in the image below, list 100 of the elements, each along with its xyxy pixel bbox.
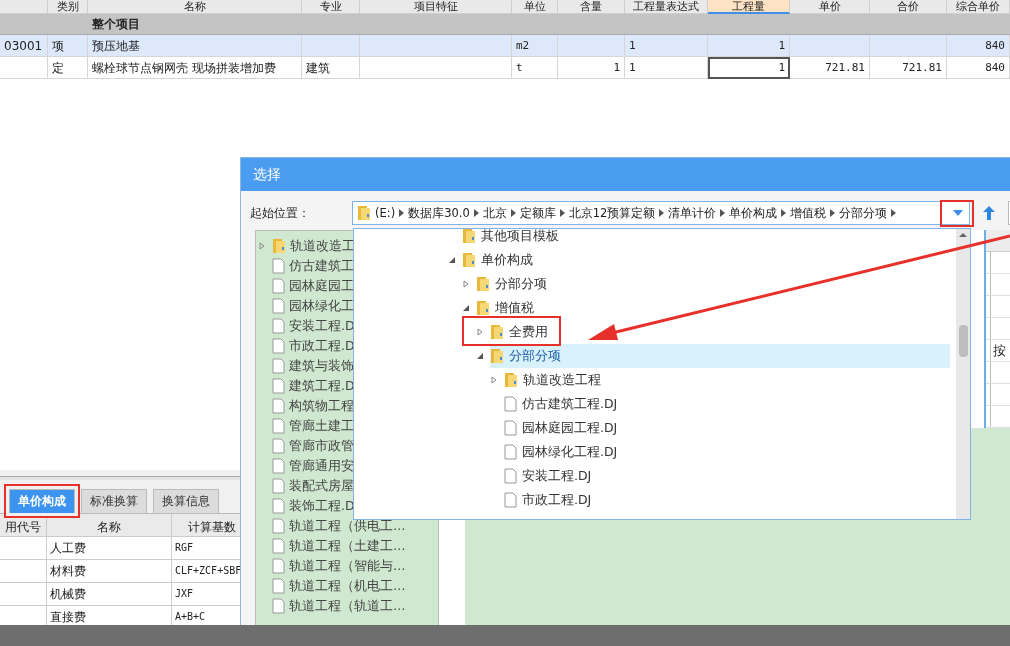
table-cell: 螺栓球节点钢网壳 现场拼装增加费: [88, 57, 302, 79]
column-header[interactable]: 工程量表达式: [625, 0, 708, 14]
path-segment[interactable]: (E:): [375, 206, 396, 220]
column-header[interactable]: 合价: [870, 0, 947, 14]
expanded-triangle-icon[interactable]: [448, 256, 456, 264]
tree-item[interactable]: 轨道改造工: [256, 236, 438, 256]
chevron-right-icon: [891, 209, 897, 217]
field-label: 起始位置：: [250, 204, 311, 222]
document-icon: [272, 458, 285, 474]
highlight-frame: [940, 200, 974, 227]
tree-item[interactable]: 分部分项: [490, 344, 950, 368]
table-cell: 840: [947, 35, 1010, 57]
scrollbar[interactable]: [956, 229, 970, 519]
folder-icon: [490, 348, 504, 364]
column-header[interactable]: 综合单价: [947, 0, 1010, 14]
path-segment[interactable]: 数据库30.0: [408, 205, 470, 221]
column-header[interactable]: 工程量: [708, 0, 790, 14]
collapsed-triangle-icon[interactable]: [462, 280, 470, 288]
document-icon: [272, 418, 285, 434]
folder-icon: [357, 205, 371, 221]
tree-item[interactable]: 管廊通用安: [256, 456, 438, 476]
group-row[interactable]: 整个项目: [0, 14, 1010, 35]
collapsed-triangle-icon[interactable]: [476, 328, 484, 336]
tree-item[interactable]: 轨道改造工程: [504, 368, 605, 392]
path-segment[interactable]: 定额库: [519, 205, 556, 221]
tree-item[interactable]: 园林庭园工程.DJ: [504, 416, 622, 440]
table-cell: 1: [708, 35, 790, 57]
up-arrow-icon: [982, 205, 996, 221]
document-icon: [504, 420, 517, 436]
column-header[interactable]: 项目特征: [360, 0, 512, 14]
tree-item[interactable]: 轨道工程（轨道工…: [256, 596, 438, 616]
tree-item[interactable]: 全费用: [490, 320, 552, 344]
collapsed-triangle-icon[interactable]: [490, 376, 498, 384]
tree-item[interactable]: 园林绿化工: [256, 296, 438, 316]
tree-item[interactable]: 建筑与装饰: [256, 356, 438, 376]
table-cell: 建筑: [302, 57, 360, 79]
dialog-title: 选择: [241, 158, 1010, 191]
tree-item[interactable]: 安装工程.DJ: [504, 464, 596, 488]
tree-item[interactable]: 单价构成: [462, 248, 537, 272]
tree-item[interactable]: 构筑物工程: [256, 396, 438, 416]
document-icon: [272, 558, 285, 574]
path-segment[interactable]: 单价构成: [729, 205, 778, 221]
tree-item[interactable]: 装配式房屋: [256, 476, 438, 496]
tree-item[interactable]: 仿古建筑工: [256, 256, 438, 276]
folder-icon: [476, 276, 490, 292]
folder-icon: [476, 300, 490, 316]
tree-item[interactable]: 其他项目模板: [462, 224, 563, 248]
table-cell: 1: [625, 57, 708, 79]
table-cell: 项: [48, 35, 88, 57]
tree-item[interactable]: 管廊土建工: [256, 416, 438, 436]
table-cell: t: [512, 57, 558, 79]
expanded-triangle-icon[interactable]: [476, 352, 484, 360]
column-header[interactable]: 单位: [512, 0, 558, 14]
document-icon: [272, 598, 285, 614]
folder-icon: [462, 228, 476, 244]
scroll-thumb[interactable]: [959, 325, 968, 357]
document-icon: [272, 378, 285, 394]
table-cell: [0, 537, 47, 560]
tree-item[interactable]: 增值税: [476, 296, 538, 320]
collapsed-triangle-icon[interactable]: [258, 242, 266, 250]
caret-down-icon: [953, 210, 963, 216]
table-cell: 材料费: [47, 560, 172, 583]
column-header[interactable]: 专业: [302, 0, 360, 14]
table-cell: 人工费: [47, 537, 172, 560]
tree-item[interactable]: 园林绿化工程.DJ: [504, 440, 622, 464]
document-icon: [272, 578, 285, 594]
document-icon: [272, 498, 285, 514]
tree-item[interactable]: 园林庭园工: [256, 276, 438, 296]
panel-splitter[interactable]: [0, 476, 240, 480]
tree-item[interactable]: 仿古建筑工程.DJ: [504, 392, 622, 416]
document-icon: [504, 444, 517, 460]
path-segment[interactable]: 北京: [482, 205, 507, 221]
tab[interactable]: 标准换算: [81, 489, 147, 513]
table-cell: [558, 35, 625, 57]
expanded-triangle-icon[interactable]: [462, 304, 470, 312]
tree-item[interactable]: 管廊市政管: [256, 436, 438, 456]
folder-icon: [504, 372, 518, 388]
table-cell: 721.81: [790, 57, 870, 79]
folder-icon: [490, 324, 504, 340]
tree-item[interactable]: 轨道工程（土建工…: [256, 536, 438, 556]
path-field[interactable]: (E:) 数据库30.0 北京 定额库 北京12预算定额 清单计价 单价构成 增值税 分部分项: [352, 201, 970, 225]
tab[interactable]: 换算信息: [153, 489, 219, 513]
tree-item[interactable]: 轨道工程（智能与…: [256, 556, 438, 576]
column-header[interactable]: 单价: [790, 0, 870, 14]
path-segment[interactable]: 分部分项: [839, 205, 888, 221]
tree-item[interactable]: 市政工程.DJ: [504, 488, 596, 512]
column-header[interactable]: 含量: [558, 0, 625, 14]
table-cell: 1: [625, 35, 708, 57]
path-segment[interactable]: 清单计价: [668, 205, 717, 221]
editing-cell[interactable]: 1: [708, 57, 790, 79]
path-segment[interactable]: 北京12预算定额: [568, 205, 656, 221]
tree-item[interactable]: 轨道工程（机电工…: [256, 576, 438, 596]
tree-item[interactable]: 分部分项: [476, 272, 551, 296]
tree-item[interactable]: 轨道工程（供电工…: [256, 516, 438, 536]
column-header[interactable]: 类别: [48, 0, 88, 14]
path-segment[interactable]: 增值税: [790, 205, 827, 221]
column-header[interactable]: 名称: [88, 0, 302, 14]
table-cell: 721.81: [870, 57, 947, 79]
table-cell: 1: [558, 57, 625, 79]
table-cell: [302, 35, 360, 57]
